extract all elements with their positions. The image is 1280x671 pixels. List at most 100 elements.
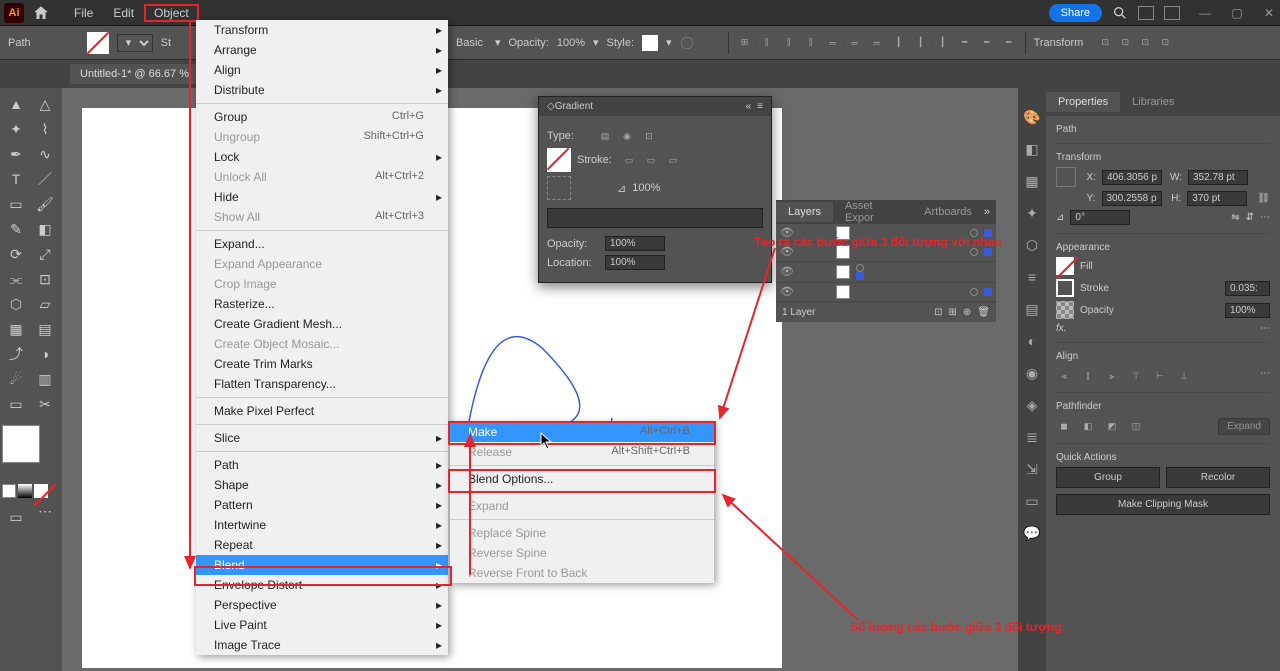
- link-icon[interactable]: ⛓: [1257, 193, 1270, 204]
- width-tool-icon[interactable]: ⫘: [2, 267, 30, 291]
- menu-item-align[interactable]: Align: [196, 60, 448, 80]
- maximize-icon[interactable]: ▢: [1230, 6, 1244, 20]
- new-layer-icon[interactable]: ⊕: [963, 307, 971, 318]
- group-button[interactable]: Group: [1056, 467, 1160, 488]
- align-right-icon[interactable]: ⫸: [1104, 368, 1120, 384]
- column-graph-icon[interactable]: ▥: [31, 367, 59, 391]
- align-icon[interactable]: ═: [825, 35, 841, 51]
- grad-opacity-input[interactable]: [605, 236, 665, 251]
- new-sublayer-icon[interactable]: ⊞: [949, 307, 957, 318]
- align-left-icon[interactable]: ⫷: [1056, 368, 1072, 384]
- freeform-grad-icon[interactable]: ⊡: [641, 128, 657, 144]
- asset-export-icon[interactable]: ⇲: [1023, 460, 1041, 478]
- y-input[interactable]: [1102, 191, 1162, 206]
- align-icon[interactable]: ⫿: [759, 35, 775, 51]
- selection-tool-icon[interactable]: ▲: [2, 92, 30, 116]
- transform-icon[interactable]: ⊡: [1157, 35, 1173, 51]
- visibility-icon[interactable]: 👁: [780, 265, 794, 279]
- x-input[interactable]: [1102, 170, 1162, 185]
- curvature-tool-icon[interactable]: ∿: [31, 142, 59, 166]
- menu-item-hide[interactable]: Hide: [196, 187, 448, 207]
- menu-item-create-gradient-mesh-[interactable]: Create Gradient Mesh...: [196, 314, 448, 334]
- menu-item-slice[interactable]: Slice: [196, 428, 448, 448]
- opacity-swatch[interactable]: [1056, 301, 1074, 319]
- appearance-icon[interactable]: ◉: [1023, 364, 1041, 382]
- direct-selection-tool-icon[interactable]: △: [31, 92, 59, 116]
- align-icon[interactable]: ━: [1001, 35, 1017, 51]
- rectangle-tool-icon[interactable]: ▭: [2, 192, 30, 216]
- opacity-value[interactable]: 100%: [557, 37, 585, 49]
- tab-libraries[interactable]: Libraries: [1120, 92, 1186, 112]
- menu-item-ungroup[interactable]: UngroupShift+Ctrl+G: [196, 127, 448, 147]
- align-hcenter-icon[interactable]: ⫿: [1080, 368, 1096, 384]
- grad-location-input[interactable]: [605, 255, 665, 270]
- align-bottom-icon[interactable]: ⊥: [1176, 368, 1192, 384]
- delete-layer-icon[interactable]: 🗑: [977, 307, 990, 318]
- menu-item-intertwine[interactable]: Intertwine: [196, 515, 448, 535]
- clipping-mask-button[interactable]: Make Clipping Mask: [1056, 494, 1270, 515]
- arrange-icon[interactable]: [1138, 6, 1154, 20]
- eraser-tool-icon[interactable]: ◧: [31, 217, 59, 241]
- h-input[interactable]: [1187, 191, 1247, 206]
- menu-item-unlock-all[interactable]: Unlock AllAlt+Ctrl+2: [196, 167, 448, 187]
- align-vcenter-icon[interactable]: ⊢: [1152, 368, 1168, 384]
- menu-item-path[interactable]: Path: [196, 455, 448, 475]
- more-options-icon[interactable]: ⋯: [1260, 212, 1270, 223]
- intersect-icon[interactable]: ◩: [1104, 418, 1120, 434]
- menu-item-perspective[interactable]: Perspective: [196, 595, 448, 615]
- target-icon[interactable]: [856, 264, 864, 272]
- home-icon[interactable]: [32, 4, 50, 22]
- edit-gradient-icon[interactable]: [547, 176, 571, 200]
- tab-artboards[interactable]: Artboards: [912, 202, 984, 222]
- menu-item-expand-[interactable]: Expand...: [196, 234, 448, 254]
- menu-item-create-object-mosaic-[interactable]: Create Object Mosaic...: [196, 334, 448, 354]
- align-icon[interactable]: ⫿: [781, 35, 797, 51]
- recolor-button[interactable]: Recolor: [1166, 467, 1270, 488]
- menu-item-arrange[interactable]: Arrange: [196, 40, 448, 60]
- align-icon[interactable]: ⊞: [737, 35, 753, 51]
- menu-object[interactable]: Object: [144, 4, 199, 22]
- graphic-styles-icon[interactable]: ◈: [1023, 396, 1041, 414]
- flip-v-icon[interactable]: ⇵: [1246, 212, 1254, 223]
- menu-item-lock[interactable]: Lock: [196, 147, 448, 167]
- transform-label[interactable]: Transform: [1034, 37, 1084, 49]
- shaper-tool-icon[interactable]: ✎: [2, 217, 30, 241]
- pen-tool-icon[interactable]: ✒: [2, 142, 30, 166]
- blend-tool-icon[interactable]: ◑: [31, 342, 59, 366]
- menu-file[interactable]: File: [64, 4, 103, 22]
- color-guide-icon[interactable]: ◧: [1023, 140, 1041, 158]
- stroke-select[interactable]: ▾: [117, 34, 153, 52]
- grad-stroke-swatch[interactable]: [547, 148, 571, 172]
- reference-point-icon[interactable]: [1056, 167, 1076, 187]
- symbols-icon[interactable]: ⬡: [1023, 236, 1041, 254]
- gradient-tool-icon[interactable]: ▤: [31, 317, 59, 341]
- align-icon[interactable]: ┃: [891, 35, 907, 51]
- w-input[interactable]: [1188, 170, 1248, 185]
- gradient-panel-icon[interactable]: ▤: [1023, 300, 1041, 318]
- menu-item-crop-image[interactable]: Crop Image: [196, 274, 448, 294]
- brushes-icon[interactable]: ✦: [1023, 204, 1041, 222]
- angle-input[interactable]: [1070, 210, 1130, 225]
- visibility-icon[interactable]: 👁: [780, 285, 794, 299]
- stroke-panel-icon[interactable]: ≡: [1023, 268, 1041, 286]
- exclude-icon[interactable]: ◫: [1128, 418, 1144, 434]
- stroke-grad-icon[interactable]: ▭: [643, 152, 659, 168]
- minus-front-icon[interactable]: ◧: [1080, 418, 1096, 434]
- gradient-swatch[interactable]: [18, 484, 32, 498]
- menu-item-distribute[interactable]: Distribute: [196, 80, 448, 100]
- menu-item-pattern[interactable]: Pattern: [196, 495, 448, 515]
- scale-tool-icon[interactable]: ⤢: [31, 242, 59, 266]
- swatches-icon[interactable]: ▦: [1023, 172, 1041, 190]
- lasso-tool-icon[interactable]: ⌇: [31, 117, 59, 141]
- search-icon[interactable]: [1112, 5, 1128, 21]
- globe-icon[interactable]: [680, 36, 694, 50]
- transparency-icon[interactable]: ◐: [1023, 332, 1041, 350]
- artboard-tool-icon[interactable]: ▭: [2, 392, 30, 416]
- stroke-grad-icon[interactable]: ▭: [621, 152, 637, 168]
- opacity-input[interactable]: [1225, 303, 1270, 318]
- magic-wand-tool-icon[interactable]: ✦: [2, 117, 30, 141]
- line-tool-icon[interactable]: ／: [31, 167, 59, 191]
- tab-properties[interactable]: Properties: [1046, 92, 1120, 112]
- align-icon[interactable]: ┃: [913, 35, 929, 51]
- none-swatch[interactable]: [34, 484, 48, 498]
